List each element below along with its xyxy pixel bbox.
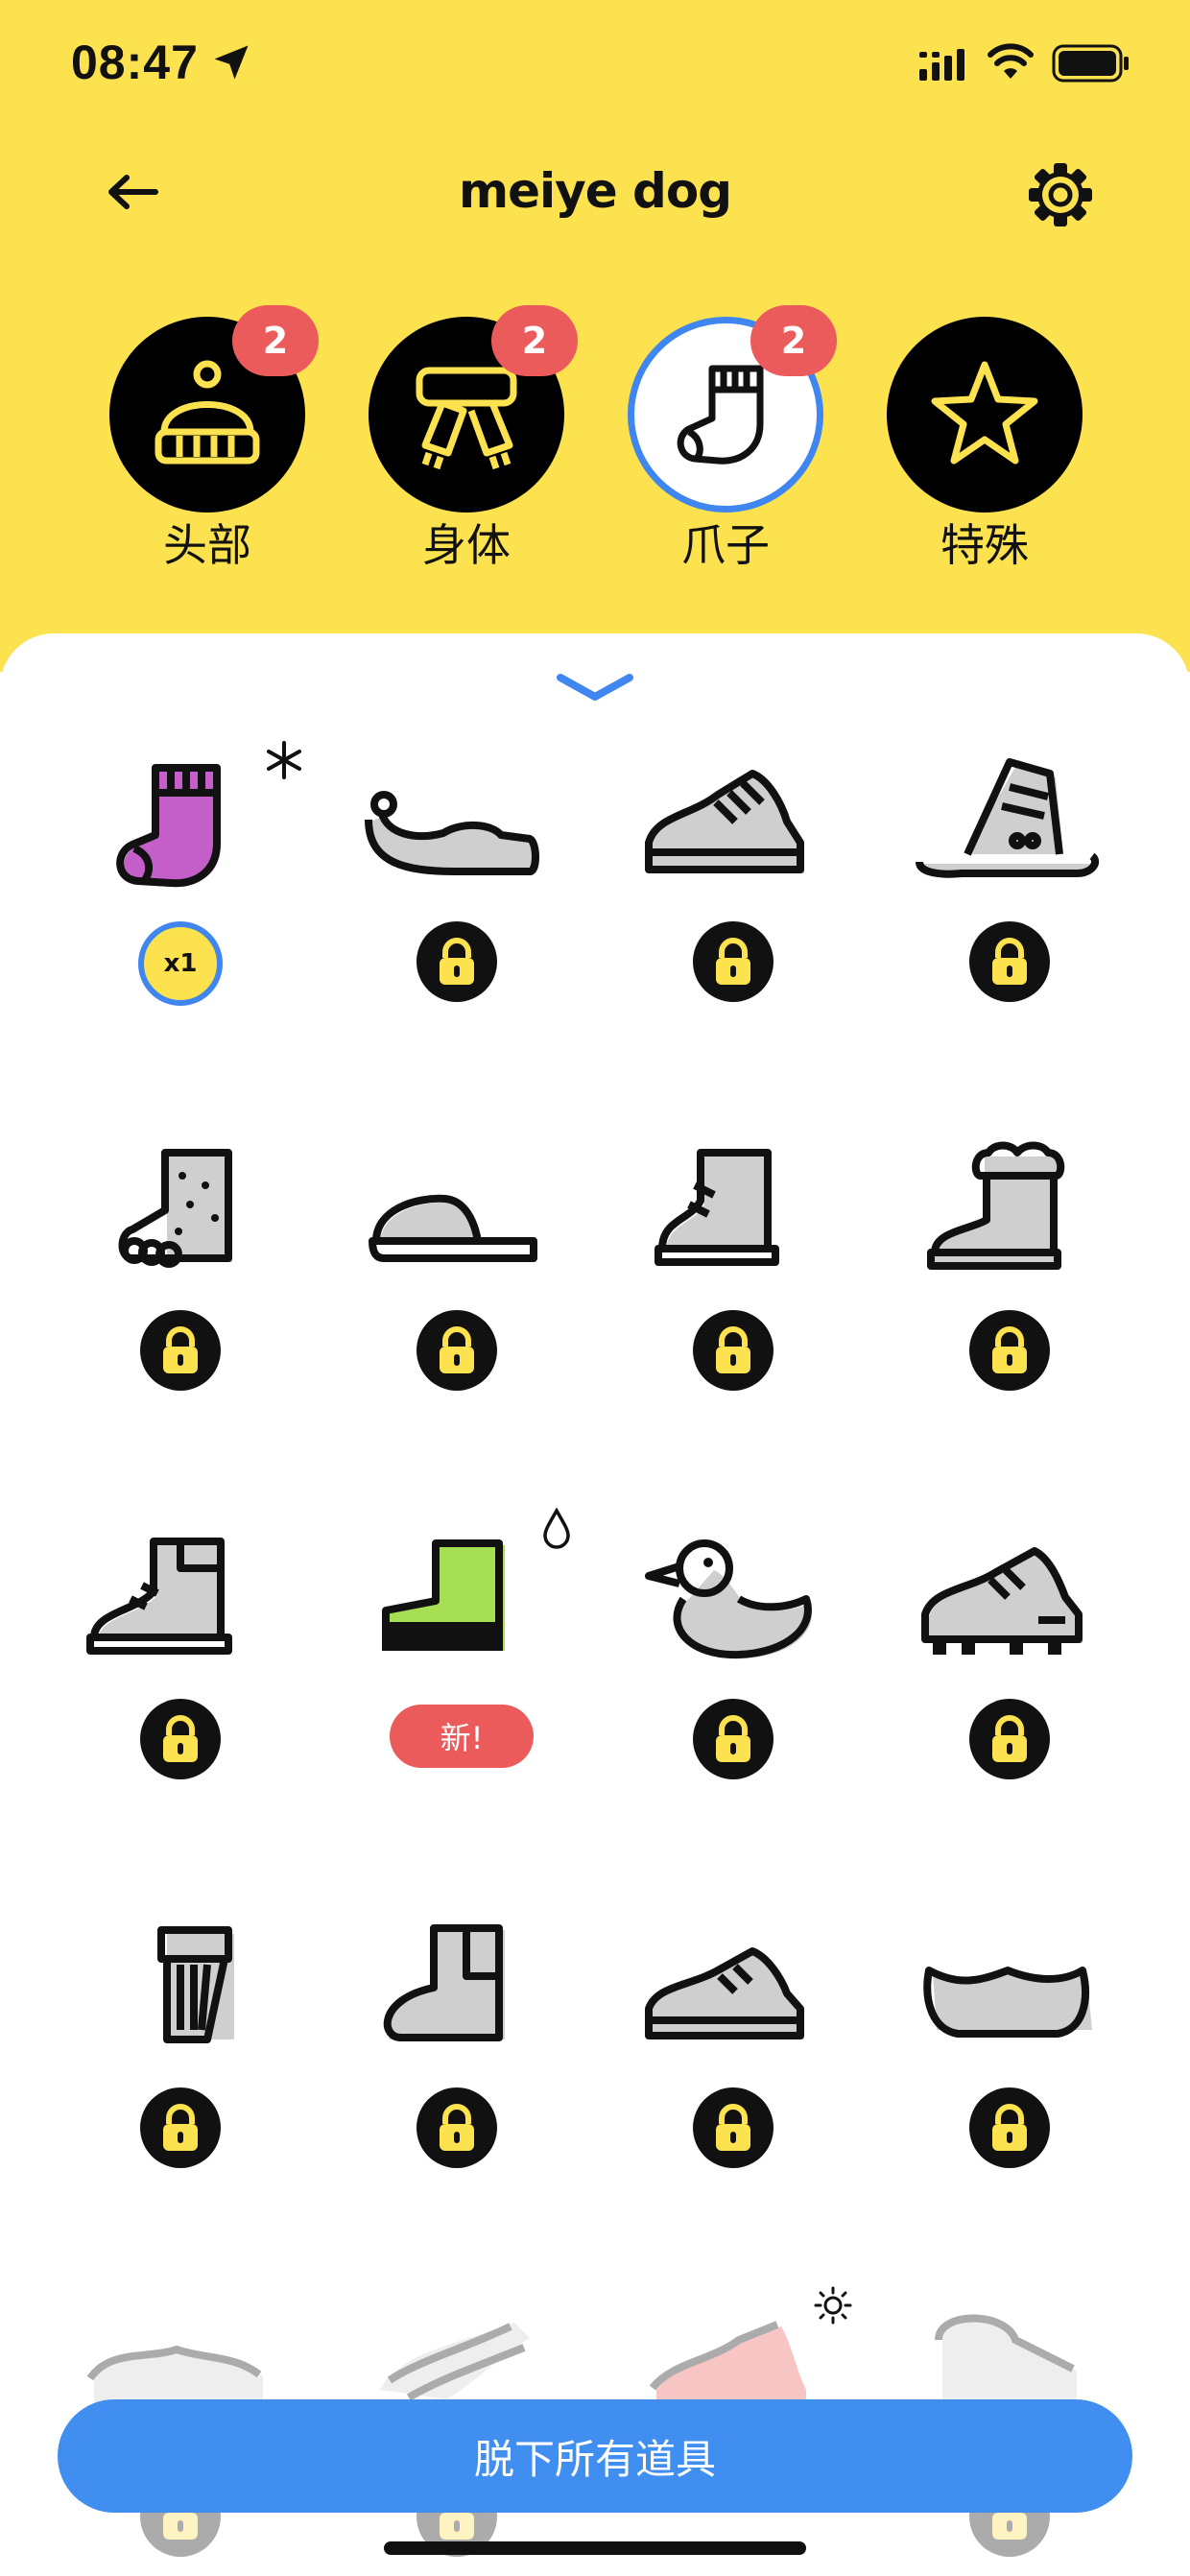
battery-icon xyxy=(1052,44,1129,83)
lock-badge xyxy=(140,1310,221,1391)
fur-boot-icon xyxy=(927,1141,1065,1270)
lock-badge xyxy=(416,1310,497,1391)
lock-badge xyxy=(416,2087,497,2168)
lock-icon xyxy=(163,2104,198,2151)
water-drop-icon xyxy=(543,1507,570,1549)
location-arrow-icon xyxy=(214,45,249,80)
lock-icon xyxy=(716,1326,750,1373)
lock-icon xyxy=(992,938,1027,985)
wifi-icon xyxy=(988,43,1034,79)
lock-badge xyxy=(693,921,774,1002)
lock-badge xyxy=(693,2087,774,2168)
lock-badge xyxy=(969,1699,1050,1779)
lock-badge xyxy=(140,1699,221,1779)
lock-badge xyxy=(693,1310,774,1391)
sun-icon xyxy=(814,2286,852,2325)
header-area: 08:47 meiye dog 2 头部 2 身体 2 爪子 特殊 xyxy=(0,0,1190,672)
category-badge: 2 xyxy=(491,305,578,376)
item-sneaker[interactable] xyxy=(595,729,871,1046)
ski-boot-icon xyxy=(916,758,1100,878)
page-title: meiye dog xyxy=(459,163,732,219)
item-pink-sock[interactable]: x1 xyxy=(42,729,319,1046)
green-rain-boot-icon xyxy=(382,1539,505,1651)
item-slipper[interactable] xyxy=(319,1118,595,1435)
soccer-cleat-icon xyxy=(921,1547,1083,1655)
item-low-sneaker[interactable] xyxy=(595,1896,871,2212)
new-badge: 新! xyxy=(390,1705,534,1768)
item-fringe-moccasin[interactable] xyxy=(42,1896,319,2212)
slipper-icon xyxy=(369,1194,537,1262)
item-ankle-boot[interactable] xyxy=(595,1118,871,1435)
item-hiking-boot[interactable] xyxy=(42,1507,319,1824)
fuzzy-bootie-icon xyxy=(118,1149,232,1268)
lock-icon xyxy=(992,1715,1027,1762)
lock-icon xyxy=(440,2104,474,2151)
item-fur-boot[interactable] xyxy=(871,1118,1148,1435)
item-duck-slipper[interactable] xyxy=(595,1507,871,1824)
item-green-rain-boot[interactable]: 新! xyxy=(319,1507,595,1824)
item-clog[interactable] xyxy=(871,1896,1148,2212)
category-icon-circle xyxy=(887,317,1083,513)
category-label: 头部 xyxy=(163,519,251,571)
pink-sock-icon xyxy=(116,764,221,888)
category-badge: 2 xyxy=(232,305,319,376)
lock-icon xyxy=(440,1326,474,1373)
gear-icon[interactable] xyxy=(1023,157,1098,232)
category-special[interactable]: 特殊 xyxy=(877,307,1088,585)
lock-icon xyxy=(992,1326,1027,1373)
category-paws[interactable]: 2 爪子 xyxy=(618,305,837,585)
status-time: 08:47 xyxy=(71,36,199,89)
lock-badge xyxy=(969,1310,1050,1391)
lock-icon xyxy=(716,938,750,985)
lock-badge xyxy=(140,2087,221,2168)
category-label: 身体 xyxy=(422,519,511,571)
lock-badge xyxy=(693,1699,774,1779)
chevron-down-icon[interactable] xyxy=(555,672,635,703)
hiking-boot-icon xyxy=(86,1538,232,1655)
item-chelsea-boot[interactable] xyxy=(319,1896,595,2212)
status-bar: 08:47 xyxy=(0,0,1190,125)
item-soccer-cleat[interactable] xyxy=(871,1507,1148,1824)
lock-icon xyxy=(716,2104,750,2151)
category-head[interactable]: 2 头部 xyxy=(100,305,319,585)
cellular-signal-icon xyxy=(919,49,964,81)
lock-icon xyxy=(163,1326,198,1373)
lock-icon xyxy=(440,938,474,985)
lock-badge xyxy=(969,921,1050,1002)
scarf-icon xyxy=(416,367,517,470)
fringe-moccasin-icon xyxy=(157,1926,234,2043)
low-sneaker-icon xyxy=(645,1947,804,2039)
category-label: 爪子 xyxy=(681,519,770,571)
sock-icon xyxy=(677,365,764,465)
lock-icon xyxy=(716,1715,750,1762)
lock-badge xyxy=(416,921,497,1002)
category-tabs: 2 头部 2 身体 2 爪子 特殊 xyxy=(0,305,1190,595)
snowflake-icon xyxy=(267,741,301,779)
item-fuzzy-bootie[interactable] xyxy=(42,1118,319,1435)
lock-badge xyxy=(969,2087,1050,2168)
lock-icon xyxy=(163,1715,198,1762)
category-badge: 2 xyxy=(750,305,837,376)
beanie-hat-icon xyxy=(155,360,260,465)
item-ski-boot[interactable] xyxy=(871,729,1148,1046)
duck-slipper-icon xyxy=(645,1539,812,1659)
home-indicator xyxy=(384,2541,806,2555)
elf-shoe-icon xyxy=(365,791,539,875)
item-elf-shoe[interactable] xyxy=(319,729,595,1046)
remove-all-items-button[interactable]: 脱下所有道具 xyxy=(58,2399,1132,2513)
sneaker-icon xyxy=(645,770,804,873)
chelsea-boot-icon xyxy=(383,1924,505,2041)
clog-icon xyxy=(923,1967,1092,2038)
category-body[interactable]: 2 身体 xyxy=(359,305,578,585)
ankle-boot-icon xyxy=(654,1149,779,1266)
navigation-bar: meiye dog xyxy=(0,144,1190,240)
item-count-badge: x1 xyxy=(138,921,223,1006)
star-icon xyxy=(931,361,1038,465)
lock-icon xyxy=(992,2104,1027,2151)
category-label: 特殊 xyxy=(940,519,1029,571)
